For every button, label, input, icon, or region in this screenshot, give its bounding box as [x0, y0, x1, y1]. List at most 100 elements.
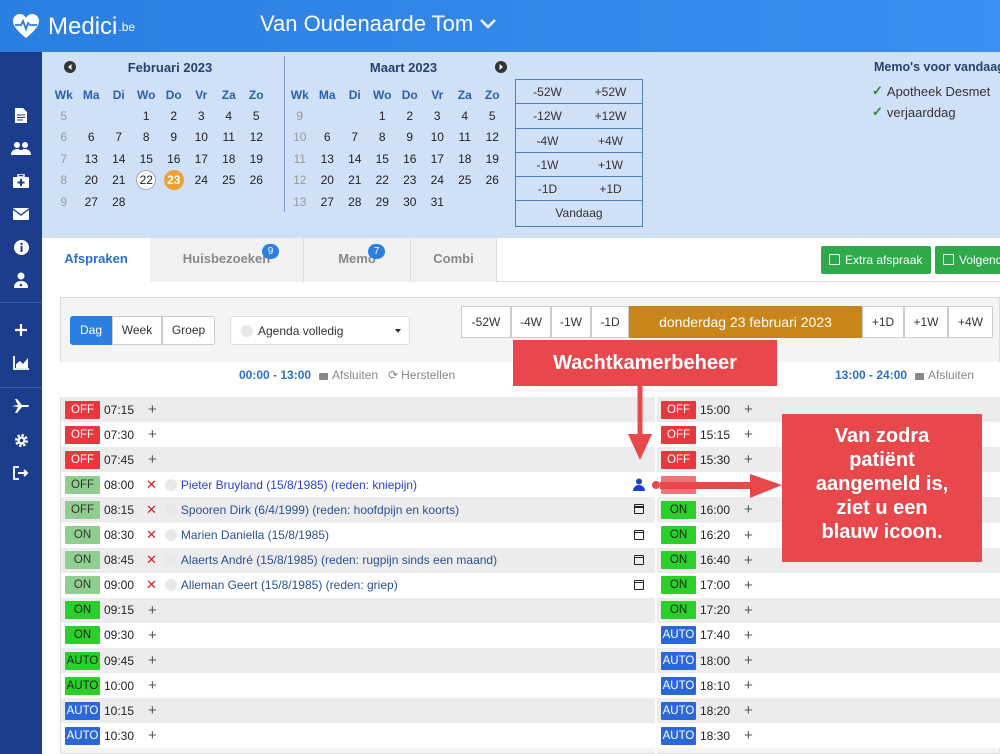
time-slot-row[interactable]: AUTO 10:15 +	[61, 698, 655, 724]
time-slot-row[interactable]: AUTO 18:30 +	[657, 723, 1000, 749]
day-cell[interactable]: 2	[160, 105, 188, 127]
restore-half-button[interactable]: ⟳ Herstellen	[388, 368, 455, 382]
day-cell[interactable]: 13	[314, 148, 342, 170]
add-appointment-plus-icon[interactable]: +	[744, 602, 753, 619]
view-week-button[interactable]: Week	[112, 316, 162, 345]
day-cell[interactable]: 2	[396, 105, 424, 127]
slot-status-badge[interactable]: ON	[661, 576, 696, 595]
day-cell[interactable]: 24	[188, 170, 216, 192]
add-appointment-plus-icon[interactable]: +	[744, 501, 753, 518]
day-cell[interactable]: 15	[369, 148, 397, 170]
time-slot-row[interactable]: ON 08:30 ✕ Marien Daniella (15/8/1985)	[61, 522, 655, 548]
slot-status-badge[interactable]: OFF	[65, 400, 100, 419]
extra-appointment-button[interactable]: Extra afspraak	[821, 246, 931, 274]
day-cell[interactable]: 9	[160, 127, 188, 149]
day-nav-minus-1w[interactable]: -1W	[551, 306, 591, 338]
day-cell[interactable]: 23	[396, 170, 424, 192]
add-appointment-plus-icon[interactable]: +	[148, 727, 157, 744]
current-date[interactable]: donderdag 23 februari 2023	[629, 306, 862, 338]
day-cell[interactable]: 10	[188, 127, 216, 149]
day-cell[interactable]: 15	[133, 148, 161, 170]
jump-forward-button[interactable]: +1W	[579, 153, 642, 176]
time-slot-row[interactable]: ON 17:00 +	[657, 572, 1000, 598]
day-cell[interactable]: 30	[396, 191, 424, 213]
day-cell-today[interactable]: 23	[160, 170, 188, 192]
slot-status-badge[interactable]: OFF	[661, 425, 696, 444]
day-cell[interactable]: 29	[369, 191, 397, 213]
day-cell[interactable]: 25	[215, 170, 243, 192]
add-appointment-plus-icon[interactable]: +	[148, 451, 157, 468]
slot-status-badge[interactable]: OFF	[65, 425, 100, 444]
time-slot-row[interactable]: AUTO 18:00 +	[657, 648, 1000, 673]
slot-status-badge[interactable]: ON	[661, 551, 696, 570]
memo-item[interactable]: ✓ Apotheek Desmet	[872, 83, 1000, 99]
slot-status-badge[interactable]: OFF	[661, 400, 696, 419]
jump-back-button[interactable]: -1W	[516, 153, 579, 176]
patient-appointment[interactable]: Marien Daniella (15/8/1985)	[181, 528, 329, 542]
day-cell[interactable]: 8	[133, 127, 161, 149]
slot-status-badge[interactable]: OFF	[661, 450, 696, 469]
add-appointment-plus-icon[interactable]: +	[744, 727, 753, 744]
slot-status-badge[interactable]: ON	[65, 601, 100, 620]
plus-icon[interactable]	[11, 320, 31, 340]
patient-appointment[interactable]: Alleman Geert (15/8/1985) (reden: griep)	[181, 578, 398, 592]
time-slot-row[interactable]: AUTO 18:20 +	[657, 698, 1000, 724]
patient-appointment[interactable]: Pieter Bruyland (15/8/1985) (reden: knie…	[181, 478, 417, 492]
day-cell[interactable]: 12	[243, 127, 271, 149]
slot-status-badge[interactable]: AUTO	[661, 701, 696, 720]
tab-afspraken[interactable]: Afspraken	[42, 238, 150, 282]
slot-status-badge[interactable]: AUTO	[661, 726, 696, 745]
add-appointment-plus-icon[interactable]: +	[744, 627, 753, 644]
slot-status-badge[interactable]: ON	[65, 576, 100, 595]
jump-today-button[interactable]: Vandaag	[516, 201, 642, 225]
time-slot-row[interactable]: OFF 07:45 +	[61, 447, 655, 473]
slot-status-badge[interactable]: ON	[65, 626, 100, 645]
day-nav-plus-1w[interactable]: +1W	[904, 306, 948, 338]
slot-status-badge[interactable]: AUTO	[65, 651, 100, 670]
day-cell[interactable]: 26	[479, 170, 507, 192]
add-appointment-plus-icon[interactable]: +	[744, 527, 753, 544]
plane-icon[interactable]	[11, 396, 31, 416]
patient-appointment[interactable]: Spooren Dirk (6/4/1999) (reden: hoofdpij…	[181, 503, 459, 517]
day-cell[interactable]: 13	[78, 148, 106, 170]
time-slot-row[interactable]: ON 09:30 +	[61, 622, 655, 648]
logout-icon[interactable]	[11, 463, 31, 483]
patient-selector[interactable]: Van Oudenaarde Tom	[260, 11, 497, 37]
day-cell[interactable]: 4	[215, 105, 243, 127]
day-cell[interactable]: 20	[78, 170, 106, 192]
cancel-x-icon[interactable]: ✕	[146, 527, 157, 543]
day-cell[interactable]: 19	[243, 148, 271, 170]
patient-appointment[interactable]: Alaerts André (15/8/1985) (reden: rugpij…	[181, 553, 497, 567]
cancel-x-icon[interactable]: ✕	[146, 552, 157, 568]
close-half-button[interactable]: Afsluiten	[319, 368, 378, 382]
calendar-icon[interactable]	[634, 554, 644, 565]
calendar-icon[interactable]	[634, 504, 644, 515]
cancel-x-icon[interactable]: ✕	[146, 502, 157, 518]
add-appointment-plus-icon[interactable]: +	[148, 401, 157, 418]
add-appointment-plus-icon[interactable]: +	[148, 627, 157, 644]
day-cell[interactable]: 9	[396, 127, 424, 149]
gear-icon[interactable]	[11, 430, 31, 450]
day-cell[interactable]: 7	[105, 127, 133, 149]
time-slot-row[interactable]: OFF 07:30 +	[61, 422, 655, 448]
slot-status-badge[interactable]: ON	[661, 526, 696, 544]
add-appointment-plus-icon[interactable]: +	[744, 677, 753, 694]
day-cell[interactable]: 5	[479, 105, 507, 127]
time-slot-row[interactable]: ON 09:00 ✕ Alleman Geert (15/8/1985) (reden…	[61, 572, 655, 598]
calendar-icon[interactable]	[634, 579, 644, 590]
day-cell[interactable]: 21	[341, 170, 369, 192]
tab-combi[interactable]: Combi	[411, 238, 497, 282]
add-appointment-plus-icon[interactable]: +	[148, 426, 157, 443]
view-groep-button[interactable]: Groep	[162, 316, 215, 345]
day-cell[interactable]: 21	[105, 170, 133, 192]
day-nav-minus-52w[interactable]: -52W	[461, 306, 511, 338]
day-cell[interactable]: 6	[314, 127, 342, 149]
day-cell[interactable]: 1	[369, 105, 397, 127]
memo-item[interactable]: ✓ verjaarddag	[872, 104, 1000, 120]
slot-status-badge[interactable]: OFF	[65, 450, 100, 469]
tab-memo[interactable]: Memo	[304, 238, 411, 282]
time-slot-row[interactable]: AUTO 17:40 +	[657, 622, 1000, 648]
time-slot-row[interactable]: ON 17:20 +	[657, 597, 1000, 623]
slot-status-badge[interactable]: AUTO	[65, 701, 100, 720]
cancel-x-icon[interactable]: ✕	[146, 577, 157, 593]
